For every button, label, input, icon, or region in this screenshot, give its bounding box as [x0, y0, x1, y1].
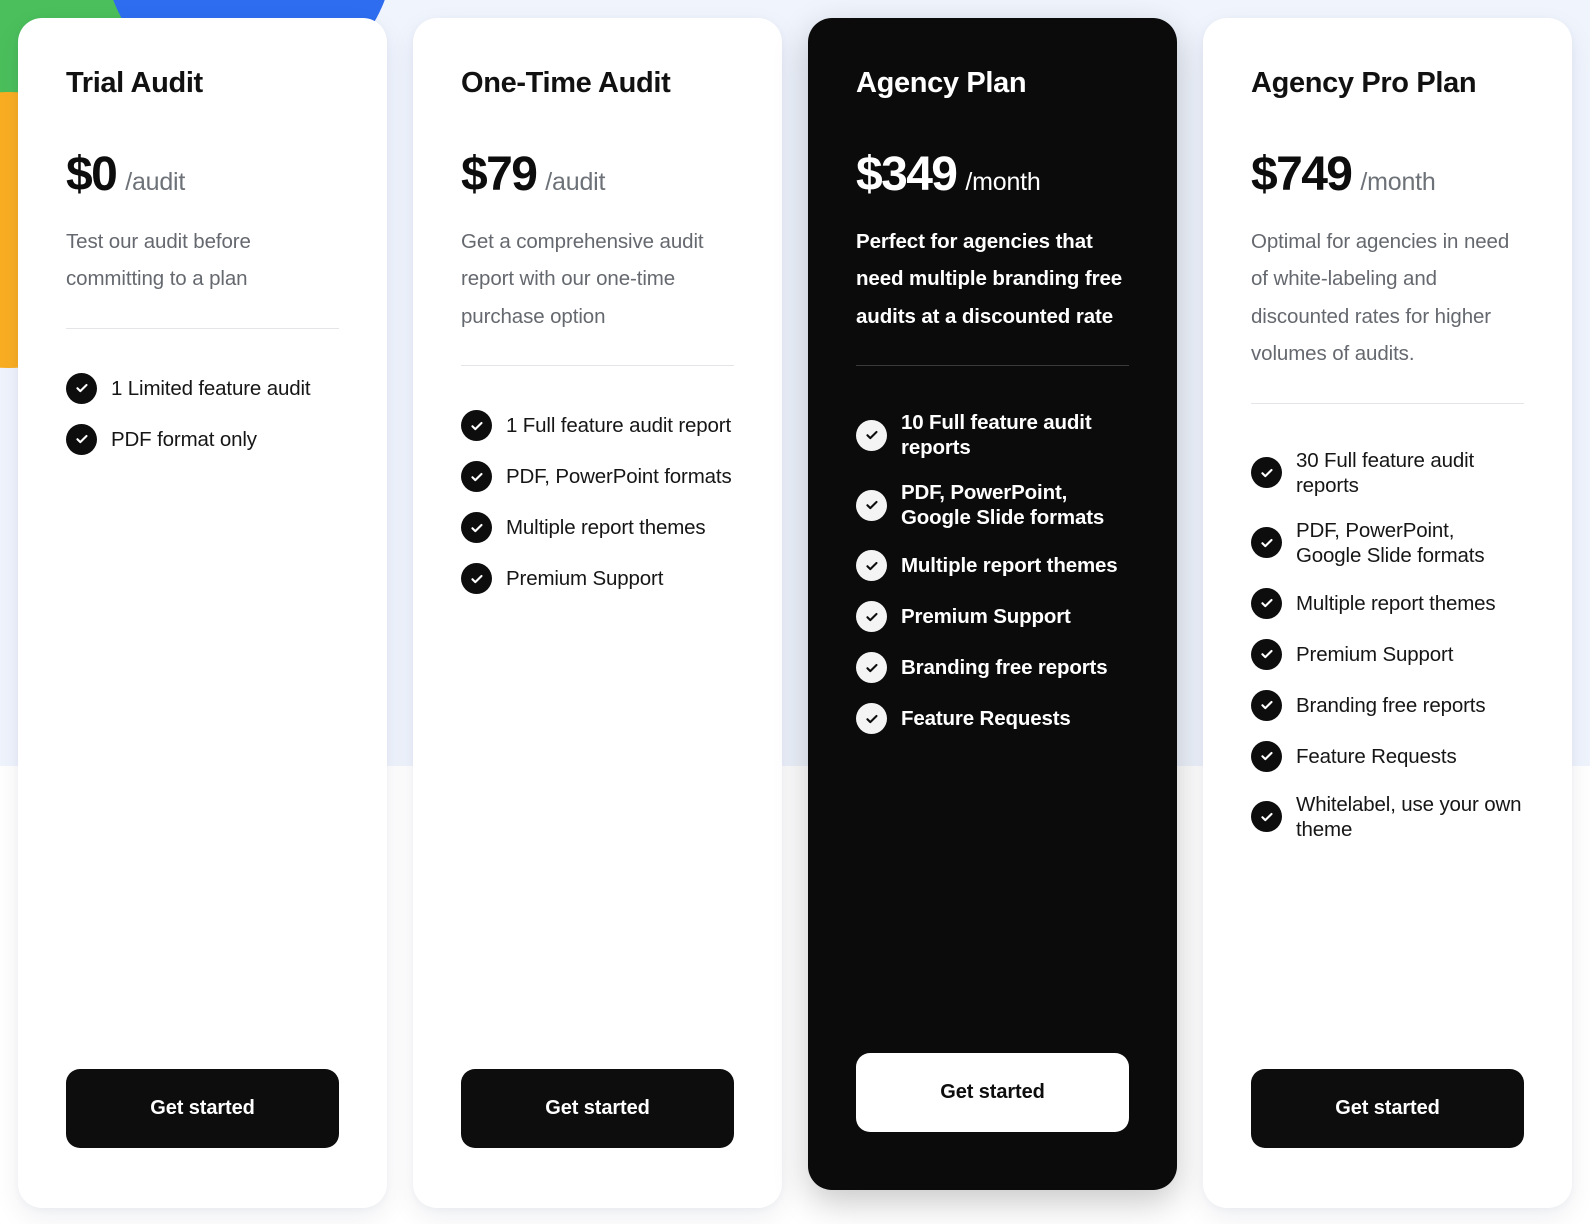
- check-circle-icon: [66, 423, 97, 455]
- check-circle-icon: [856, 652, 887, 684]
- feature-label: Whitelabel, use your own theme: [1296, 792, 1522, 841]
- check-circle-icon: [461, 410, 492, 442]
- plan-price-period: /audit: [125, 167, 186, 196]
- feature-label: Premium Support: [506, 567, 664, 591]
- plan-price-amount: $749: [1251, 147, 1353, 201]
- plan-divider: [856, 365, 1129, 367]
- list-item: 30 Full feature audit reports: [1251, 448, 1524, 498]
- feature-label: Branding free reports: [1296, 693, 1486, 717]
- feature-label: Multiple report themes: [506, 516, 706, 540]
- pricing-card-one-time-audit: One-Time Audit $79/audit Get a comprehensi…: [413, 18, 782, 1208]
- list-item: Feature Requests: [1251, 740, 1524, 772]
- list-item: Premium Support: [461, 563, 734, 595]
- feature-label: Feature Requests: [901, 707, 1071, 731]
- plan-cta-wrapper: Get started: [1251, 1069, 1524, 1208]
- check-circle-icon: [1251, 457, 1282, 489]
- feature-label: 10 Full feature audit reports: [901, 411, 1092, 460]
- list-item: Feature Requests: [856, 703, 1129, 735]
- feature-label: Multiple report themes: [901, 554, 1118, 578]
- plan-price-period: /month: [965, 167, 1041, 196]
- list-item: Whitelabel, use your own theme: [1251, 792, 1524, 842]
- plan-divider: [461, 365, 734, 367]
- plan-title: One-Time Audit: [461, 67, 671, 99]
- feature-label: PDF, PowerPoint, Google Slide formats: [1296, 518, 1485, 567]
- plan-price-row: $749/month: [1251, 147, 1524, 201]
- check-circle-icon: [66, 372, 97, 404]
- plan-cta-wrapper: Get started: [66, 1069, 339, 1208]
- plan-description: Get a comprehensive audit report with ou…: [461, 229, 704, 328]
- plan-price-amount: $0: [66, 147, 118, 201]
- plan-feature-list: 10 Full feature audit reports PDF, PowerP…: [856, 410, 1129, 735]
- list-item: Multiple report themes: [1251, 587, 1524, 619]
- list-item: PDF, PowerPoint, Google Slide formats: [856, 480, 1129, 530]
- plan-price-row: $79/audit: [461, 147, 734, 201]
- plan-price-row: $0/audit: [66, 147, 339, 201]
- list-item: 1 Limited feature audit: [66, 372, 339, 404]
- check-circle-icon: [856, 489, 887, 521]
- feature-label: PDF, PowerPoint, Google Slide formats: [901, 481, 1105, 530]
- list-item: 10 Full feature audit reports: [856, 410, 1129, 460]
- plan-divider: [66, 327, 339, 329]
- get-started-button[interactable]: Get started: [856, 1053, 1129, 1132]
- plan-description: Test our audit before committing to a pl…: [66, 229, 251, 291]
- plan-price-row: $349/month: [856, 147, 1129, 201]
- feature-label: 30 Full feature audit reports: [1296, 448, 1475, 497]
- pricing-card-agency-plan: Agency Plan $349/month Perfect for agencie…: [808, 18, 1177, 1190]
- list-item: PDF format only: [66, 423, 339, 455]
- check-circle-icon: [1251, 527, 1282, 559]
- plan-description: Perfect for agencies that need multiple …: [856, 229, 1123, 328]
- check-circle-icon: [461, 563, 492, 595]
- plan-title: Trial Audit: [66, 67, 203, 99]
- feature-label: Branding free reports: [901, 656, 1108, 680]
- feature-label: Premium Support: [1296, 642, 1454, 666]
- plan-feature-list: 1 Full feature audit report PDF, PowerPoi…: [461, 410, 734, 595]
- list-item: PDF, PowerPoint, Google Slide formats: [1251, 518, 1524, 568]
- plan-price-amount: $79: [461, 147, 538, 201]
- pricing-cards-row: Trial Audit $0/audit Test our audit before…: [0, 0, 1590, 1224]
- check-circle-icon: [856, 703, 887, 735]
- plan-title: Agency Pro Plan: [1251, 67, 1477, 99]
- list-item: 1 Full feature audit report: [461, 410, 734, 442]
- check-circle-icon: [856, 601, 887, 633]
- feature-label: 1 Limited feature audit: [111, 376, 311, 400]
- check-circle-icon: [856, 419, 887, 451]
- feature-label: Feature Requests: [1296, 744, 1457, 768]
- plan-cta-wrapper: Get started: [461, 1069, 734, 1208]
- check-circle-icon: [1251, 638, 1282, 670]
- list-item: Premium Support: [856, 601, 1129, 633]
- get-started-button[interactable]: Get started: [461, 1069, 734, 1148]
- get-started-button[interactable]: Get started: [66, 1069, 339, 1148]
- check-circle-icon: [856, 550, 887, 582]
- plan-feature-list: 30 Full feature audit reports PDF, PowerP…: [1251, 448, 1524, 842]
- feature-label: PDF, PowerPoint formats: [506, 465, 732, 489]
- plan-title: Agency Plan: [856, 67, 1027, 99]
- feature-label: PDF format only: [111, 427, 257, 451]
- plan-price-period: /audit: [545, 167, 606, 196]
- feature-label: Premium Support: [901, 605, 1071, 629]
- feature-label: Multiple report themes: [1296, 591, 1496, 615]
- check-circle-icon: [461, 512, 492, 544]
- pricing-card-agency-pro-plan: Agency Pro Plan $749/month Optimal for age…: [1203, 18, 1572, 1208]
- plan-description: Optimal for agencies in need of white-la…: [1251, 229, 1510, 366]
- check-circle-icon: [461, 461, 492, 493]
- check-circle-icon: [1251, 801, 1282, 833]
- plan-cta-wrapper: Get started: [856, 1053, 1129, 1190]
- list-item: PDF, PowerPoint formats: [461, 461, 734, 493]
- list-item: Premium Support: [1251, 638, 1524, 670]
- check-circle-icon: [1251, 740, 1282, 772]
- list-item: Branding free reports: [1251, 689, 1524, 721]
- feature-label: 1 Full feature audit report: [506, 414, 731, 438]
- list-item: Branding free reports: [856, 652, 1129, 684]
- plan-feature-list: 1 Limited feature audit PDF format only: [66, 372, 339, 455]
- list-item: Multiple report themes: [461, 512, 734, 544]
- check-circle-icon: [1251, 689, 1282, 721]
- pricing-card-trial-audit: Trial Audit $0/audit Test our audit before…: [18, 18, 387, 1208]
- check-circle-icon: [1251, 587, 1282, 619]
- plan-price-period: /month: [1360, 167, 1436, 196]
- plan-price-amount: $349: [856, 147, 958, 201]
- get-started-button[interactable]: Get started: [1251, 1069, 1524, 1148]
- list-item: Multiple report themes: [856, 550, 1129, 582]
- plan-divider: [1251, 402, 1524, 404]
